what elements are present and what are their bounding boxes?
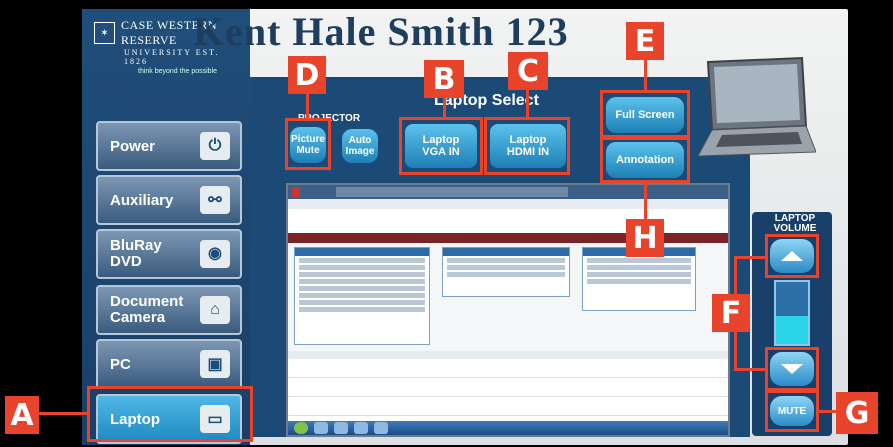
cable-icon: ⚯ <box>200 186 230 214</box>
table-row <box>288 378 728 397</box>
bluray-dvd-button[interactable]: BluRay DVD ◉ <box>96 229 242 279</box>
highlight-f-down <box>765 347 819 391</box>
connector-b <box>443 98 446 118</box>
dashboard-panel <box>442 247 570 297</box>
auxiliary-label: Auxiliary <box>110 191 174 209</box>
highlight-f-up <box>765 234 819 278</box>
dashboard-panel-header <box>443 248 569 256</box>
pc-label: PC <box>110 355 131 373</box>
browser-tab <box>292 187 300 197</box>
label-e: E <box>626 22 664 60</box>
highlight-d <box>285 118 331 170</box>
power-button[interactable]: Power ⏻ <box>96 121 242 171</box>
document-camera-icon: ⌂ <box>200 296 230 324</box>
highlight-a <box>87 386 253 442</box>
highlight-g <box>765 390 819 432</box>
label-b: B <box>424 60 464 98</box>
laptop-illustration-icon <box>698 56 816 157</box>
table-row <box>288 359 728 378</box>
taskbar-app-icon <box>314 422 328 434</box>
volume-meter <box>774 280 810 346</box>
auxiliary-button[interactable]: Auxiliary ⚯ <box>96 175 242 225</box>
browser-tab <box>382 187 430 197</box>
logo-tagline: think beyond the possible <box>138 68 217 75</box>
browser-tab <box>496 187 568 197</box>
connector-f-top <box>734 256 766 259</box>
web-page-body <box>288 243 728 421</box>
label-g: G <box>836 392 878 434</box>
request-table <box>288 351 728 421</box>
taskbar-app-icon <box>354 422 368 434</box>
desktop-computer-icon: ▣ <box>200 350 230 378</box>
connector-d <box>306 94 309 118</box>
document-camera-label: Document Camera <box>110 293 184 326</box>
label-a: A <box>5 396 39 434</box>
connector-h <box>644 183 647 219</box>
label-h: H <box>626 219 664 257</box>
connector-f-bottom <box>734 368 766 371</box>
university-seal-icon: ✶ <box>94 22 115 44</box>
table-row <box>288 397 728 416</box>
volume-meter-fill <box>776 316 808 344</box>
volume-label: LAPTOP VOLUME <box>773 213 817 234</box>
auto-image-button[interactable]: Auto Image <box>342 129 378 163</box>
taskbar-app-icon <box>374 422 388 434</box>
bluray-disc-icon: ◉ <box>200 240 230 268</box>
highlight-b <box>399 117 483 175</box>
table-header <box>288 351 728 359</box>
power-icon: ⏻ <box>200 132 230 160</box>
page-title: Kent Hale Smith 123 <box>193 9 569 54</box>
highlight-h-box <box>600 137 690 183</box>
browser-address-bar <box>288 199 728 209</box>
document-camera-button[interactable]: Document Camera ⌂ <box>96 285 242 335</box>
bluray-label: BluRay DVD <box>110 237 162 270</box>
browser-tab <box>336 187 384 197</box>
start-orb-icon <box>294 422 308 434</box>
windows-taskbar <box>288 421 728 435</box>
connector-c <box>526 90 529 118</box>
label-c: C <box>508 52 548 90</box>
power-label: Power <box>110 137 156 155</box>
dashboard-panel-header <box>295 248 429 256</box>
highlight-e <box>600 90 690 138</box>
label-d: D <box>288 56 326 94</box>
dashboard-panel <box>294 247 430 345</box>
label-f: F <box>712 294 750 332</box>
highlight-c <box>484 117 570 175</box>
connector-a <box>38 412 88 415</box>
taskbar-app-icon <box>334 422 348 434</box>
browser-tab <box>428 187 500 197</box>
connector-e <box>644 60 647 90</box>
pc-button[interactable]: PC ▣ <box>96 339 242 389</box>
connector-g <box>818 410 836 413</box>
